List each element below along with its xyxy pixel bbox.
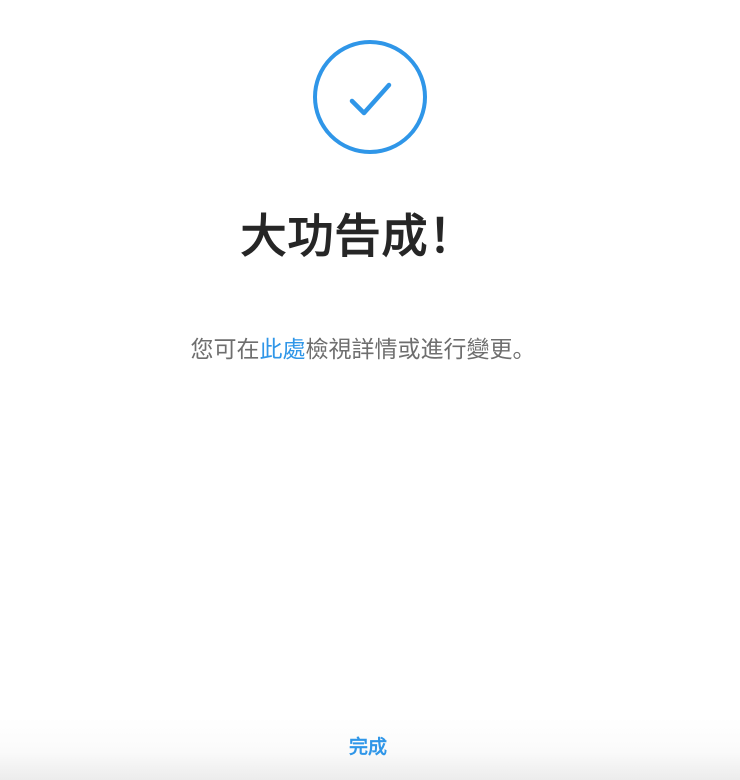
message-text-after: 檢視詳情或進行變更。 xyxy=(305,337,536,363)
success-message: 您可在此處檢視詳情或進行變更。 xyxy=(0,330,726,364)
success-screen: 大功告成！ 您可在此處檢視詳情或進行變更。 完成 xyxy=(0,0,740,780)
done-button[interactable]: 完成 xyxy=(330,730,406,764)
page-title: 大功告成！ xyxy=(240,209,476,263)
here-link[interactable]: 此處 xyxy=(260,337,306,363)
message-text-before: 您可在 xyxy=(190,337,260,363)
check-circle-icon xyxy=(313,40,427,154)
